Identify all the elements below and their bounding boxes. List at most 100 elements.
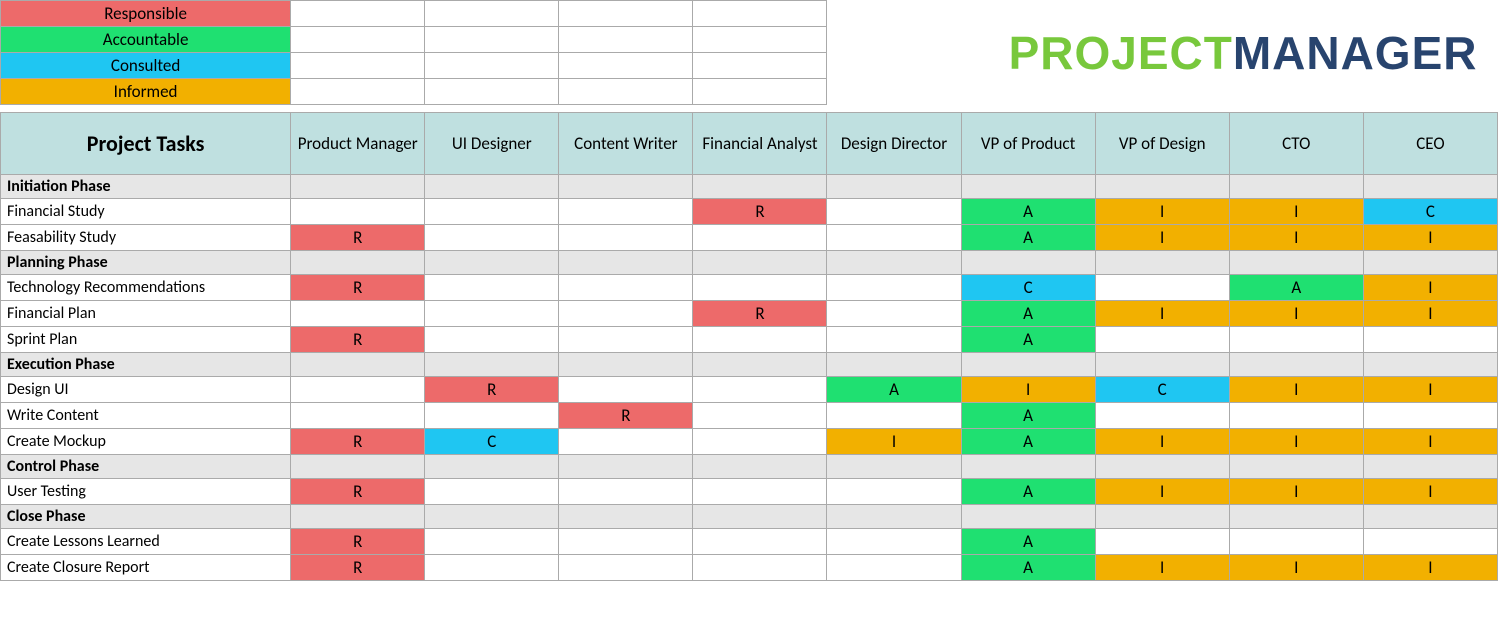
raci-cell [1229, 403, 1363, 429]
raci-cell [559, 429, 693, 455]
raci-cell [425, 225, 559, 251]
raci-cell: I [1229, 479, 1363, 505]
raci-cell [425, 301, 559, 327]
raci-cell: I [1095, 479, 1229, 505]
task-name: Feasability Study [1, 225, 291, 251]
logo: PROJECTMANAGER [1009, 30, 1478, 76]
raci-cell [425, 199, 559, 225]
raci-cell: A [961, 403, 1095, 429]
raci-cell [693, 529, 827, 555]
task-row: User TestingRAIII [1, 479, 1498, 505]
header-row: Project Tasks Product Manager UI Designe… [1, 113, 1498, 175]
raci-cell: I [1363, 429, 1497, 455]
raci-cell [1229, 327, 1363, 353]
task-row: Feasability StudyRAIII [1, 225, 1498, 251]
raci-cell [1363, 403, 1497, 429]
task-name: Write Content [1, 403, 291, 429]
raci-cell: R [291, 225, 425, 251]
raci-cell [693, 429, 827, 455]
raci-cell: C [961, 275, 1095, 301]
raci-cell [827, 199, 961, 225]
phase-row: Execution Phase [1, 353, 1498, 377]
raci-cell: R [291, 327, 425, 353]
raci-cell: I [1095, 199, 1229, 225]
raci-cell: I [1095, 301, 1229, 327]
task-row: Financial PlanRAIII [1, 301, 1498, 327]
task-row: Design UIRAICII [1, 377, 1498, 403]
raci-cell: A [961, 301, 1095, 327]
raci-cell: R [291, 529, 425, 555]
task-row: Financial StudyRAIIC [1, 199, 1498, 225]
raci-cell [827, 327, 961, 353]
raci-cell [827, 275, 961, 301]
raci-cell [559, 555, 693, 581]
raci-cell: I [827, 429, 961, 455]
raci-cell: I [1363, 301, 1497, 327]
logo-part2: MANAGER [1233, 27, 1478, 79]
raci-cell: R [693, 199, 827, 225]
raci-cell: I [1229, 555, 1363, 581]
legend-accountable: Accountable [1, 27, 291, 53]
phase-row: Close Phase [1, 505, 1498, 529]
raci-cell: A [961, 225, 1095, 251]
raci-cell [559, 479, 693, 505]
task-name: Financial Study [1, 199, 291, 225]
raci-cell: C [1363, 199, 1497, 225]
header-role-1: UI Designer [425, 113, 559, 175]
raci-cell [291, 377, 425, 403]
raci-cell [559, 377, 693, 403]
logo-part1: PROJECT [1009, 27, 1233, 79]
raci-cell [693, 479, 827, 505]
raci-cell: I [1095, 555, 1229, 581]
raci-table: Responsible PROJECTMANAGER Accountable C… [0, 0, 1498, 581]
raci-cell: A [961, 199, 1095, 225]
raci-cell [425, 327, 559, 353]
raci-cell [1095, 327, 1229, 353]
header-role-6: VP of Design [1095, 113, 1229, 175]
raci-cell [827, 403, 961, 429]
task-row: Technology RecommendationsR C AI [1, 275, 1498, 301]
raci-cell [559, 225, 693, 251]
raci-cell: A [1229, 275, 1363, 301]
raci-cell [827, 301, 961, 327]
raci-cell [559, 199, 693, 225]
raci-cell: R [693, 301, 827, 327]
phase-name: Control Phase [1, 455, 291, 479]
raci-cell [291, 199, 425, 225]
raci-cell: I [1363, 275, 1497, 301]
phase-row: Initiation Phase [1, 175, 1498, 199]
task-name: Create Closure Report [1, 555, 291, 581]
task-row: Create Closure ReportRAIII [1, 555, 1498, 581]
raci-cell: A [961, 555, 1095, 581]
raci-cell [827, 529, 961, 555]
task-name: Sprint Plan [1, 327, 291, 353]
raci-cell [425, 529, 559, 555]
raci-cell: I [1363, 555, 1497, 581]
raci-cell [1229, 529, 1363, 555]
phase-row: Planning Phase [1, 251, 1498, 275]
raci-cell [827, 479, 961, 505]
task-name: Financial Plan [1, 301, 291, 327]
raci-cell: I [1229, 301, 1363, 327]
raci-cell: R [291, 555, 425, 581]
raci-cell [291, 301, 425, 327]
raci-cell: I [1095, 225, 1229, 251]
raci-cell: I [1363, 479, 1497, 505]
raci-cell: A [961, 529, 1095, 555]
raci-cell: A [961, 429, 1095, 455]
header-role-8: CEO [1363, 113, 1497, 175]
raci-cell [559, 301, 693, 327]
raci-cell: I [1229, 429, 1363, 455]
raci-cell: C [425, 429, 559, 455]
raci-cell: I [1229, 377, 1363, 403]
task-name: Technology Recommendations [1, 275, 291, 301]
header-tasks: Project Tasks [1, 113, 291, 175]
legend-informed: Informed [1, 79, 291, 105]
header-role-3: Financial Analyst [693, 113, 827, 175]
raci-cell [693, 225, 827, 251]
raci-cell: I [1095, 429, 1229, 455]
raci-cell [425, 479, 559, 505]
raci-cell: A [961, 327, 1095, 353]
raci-cell: R [291, 275, 425, 301]
task-name: User Testing [1, 479, 291, 505]
